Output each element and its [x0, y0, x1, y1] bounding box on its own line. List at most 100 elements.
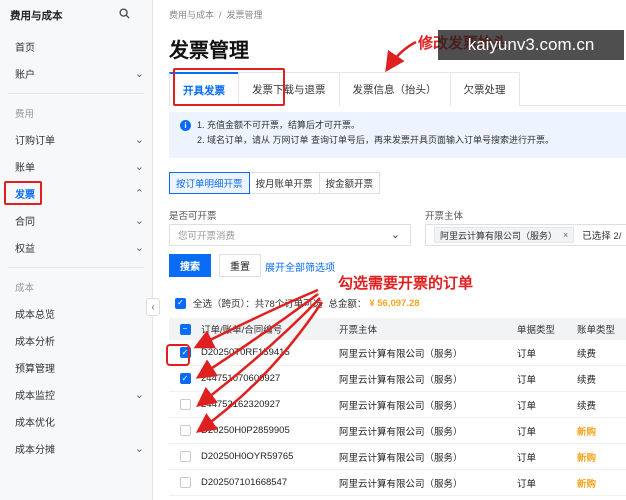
subtab-by-amount[interactable]: 按金额开票	[318, 172, 381, 194]
expand-filters-link[interactable]: 展开全部筛选项	[265, 259, 335, 274]
sidebar-item-orders[interactable]: 订购订单 ⌄	[0, 126, 152, 153]
chevron-down-icon: ⌄	[390, 229, 400, 241]
notice-line: 1. 充值金额不可开票，结算后才可开票。	[197, 120, 361, 130]
column-header: 开票主体	[339, 325, 378, 336]
invoice-entity: 阿里云计算有限公司（服务）	[339, 400, 463, 412]
chevron-down-icon: ⌄	[134, 389, 144, 401]
sidebar-item-contract[interactable]: 合同 ⌄	[0, 207, 152, 234]
table-row[interactable]: 244752162320927 阿里云计算有限公司（服务） 订单 续费	[169, 392, 626, 418]
sidebar-item-budget[interactable]: 预算管理	[0, 354, 152, 381]
row-checkbox[interactable]	[179, 477, 191, 488]
doc-type: 订单	[517, 426, 537, 438]
table-row[interactable]: D20250H0P2859905 阿里云计算有限公司（服务） 订单 新购	[169, 418, 626, 444]
entity-tag: 阿里云计算有限公司（服务） ×	[434, 227, 575, 243]
table-row[interactable]: D20250H0OYR59765 阿里云计算有限公司（服务） 订单 新购	[169, 444, 626, 470]
order-id: D20250H0P2859905	[201, 425, 290, 436]
bill-type: 新购	[577, 478, 597, 490]
order-id: D20250T0RF159415	[201, 347, 290, 358]
subtab-by-order[interactable]: 按订单明细开票	[169, 172, 250, 194]
invoice-entity: 阿里云计算有限公司（服务）	[339, 348, 463, 360]
row-checkbox[interactable]	[179, 399, 191, 410]
notice-box: i 1. 充值金额不可开票，结算后才可开票。 2. 域名订单，请从 万网订单 查…	[169, 112, 626, 158]
bill-type: 续费	[577, 348, 597, 360]
notice-line: 2. 域名订单，请从 万网订单 查询订单号后，再来发票开具页面输入订单号搜索进行…	[197, 135, 555, 145]
reset-button[interactable]: 重置	[219, 254, 261, 277]
sidebar-section-cost: 成本	[15, 283, 35, 294]
divider	[8, 267, 144, 268]
header-checkbox[interactable]: −	[179, 323, 191, 335]
sidebar: 费用与成本 首页 账户 ⌄ 费用 订购订单 ⌄ 账单 ⌄ 发票 ⌃ 合同 ⌄ 权益 ⌄ 成…	[0, 0, 153, 500]
invoice-entity: 阿里云计算有限公司（服务）	[339, 374, 463, 386]
sidebar-item-account[interactable]: 账户 ⌄	[0, 60, 152, 87]
table-row[interactable]: ✓ 244751070600927 阿里云计算有限公司（服务） 订单 续费	[169, 366, 626, 392]
info-icon: i	[180, 120, 191, 131]
annotation-box-invoice	[4, 181, 42, 205]
invoiceable-select[interactable]: 您可开票消费 ⌄	[169, 224, 411, 246]
entity-label: 开票主体	[425, 211, 464, 222]
sidebar-collapse-button[interactable]: ‹	[146, 298, 160, 316]
entity-select[interactable]: 阿里云计算有限公司（服务） × 已选择 2/	[425, 224, 626, 246]
breadcrumb-item[interactable]: 费用与成本	[169, 10, 214, 20]
table-row[interactable]: D202507101668547 阿里云计算有限公司（服务） 订单 新购	[169, 470, 626, 496]
sidebar-item-cost-analysis[interactable]: 成本分析	[0, 327, 152, 354]
sidebar-item-home[interactable]: 首页	[0, 33, 152, 60]
column-header: 单据类型	[517, 325, 556, 336]
bill-type: 新购	[577, 426, 597, 438]
sidebar-item-cost-optimize[interactable]: 成本优化	[0, 408, 152, 435]
chevron-down-icon: ⌄	[134, 215, 144, 227]
order-id: D202507101668547	[201, 477, 288, 488]
search-icon[interactable]	[119, 8, 130, 22]
total-amount-label: 总金额：	[328, 299, 367, 310]
bill-type: 续费	[577, 400, 597, 412]
breadcrumb-item: 发票管理	[226, 10, 263, 20]
sidebar-item-bills[interactable]: 账单 ⌄	[0, 153, 152, 180]
chevron-left-icon: ‹	[151, 301, 155, 313]
table-row[interactable]: ✓ D20250T0RF159415 阿里云计算有限公司（服务） 订单 续费	[169, 340, 626, 366]
subtab-by-month[interactable]: 按月账单开票	[248, 172, 320, 194]
divider	[8, 93, 144, 94]
chevron-down-icon: ⌄	[134, 68, 144, 80]
orders-table: − 订单/账单/合同编号 开票主体 单据类型 账单类型 ✓ D20250T0RF1…	[169, 318, 626, 496]
total-amount: ¥ 56,097.28	[369, 297, 420, 309]
column-header: 订单/账单/合同编号	[201, 325, 283, 336]
row-checkbox[interactable]	[179, 425, 191, 436]
close-icon[interactable]: ×	[563, 230, 568, 240]
subtab-bar: 按订单明细开票 按月账单开票 按金额开票	[169, 172, 381, 194]
row-checkbox[interactable]	[179, 451, 191, 462]
chevron-down-icon: ⌄	[134, 242, 144, 254]
select-all-checkbox[interactable]: ✓	[175, 297, 186, 309]
doc-type: 订单	[517, 452, 537, 464]
column-header: 账单类型	[577, 325, 616, 336]
page-title: 发票管理	[169, 40, 249, 62]
annotation-box-row-checkbox	[166, 344, 190, 366]
table-header: − 订单/账单/合同编号 开票主体 单据类型 账单类型	[169, 318, 626, 340]
doc-type: 订单	[517, 478, 537, 490]
invoice-entity: 阿里云计算有限公司（服务）	[339, 426, 463, 438]
doc-type: 订单	[517, 348, 537, 360]
annotation-select-orders: 勾选需要开票的订单	[338, 275, 474, 292]
invoice-entity: 阿里云计算有限公司（服务）	[339, 452, 463, 464]
sidebar-header: 费用与成本	[0, 0, 152, 30]
sidebar-title: 费用与成本	[10, 9, 63, 22]
annotation-box-invoice-header-tab	[173, 68, 285, 106]
sidebar-item-invoice[interactable]: 发票 ⌃	[0, 180, 152, 207]
chevron-down-icon: ⌄	[134, 443, 144, 455]
tab-invoice-header[interactable]: 发票信息（抬头）	[338, 72, 451, 106]
chevron-down-icon: ⌄	[134, 161, 144, 173]
doc-type: 订单	[517, 374, 537, 386]
sidebar-item-cost-monitor[interactable]: 成本监控 ⌄	[0, 381, 152, 408]
select-all-bar: ✓ 全选（跨页）：共78个订单可选 总金额： ¥ 56,097.28	[175, 296, 420, 310]
sidebar-section-fee: 费用	[15, 109, 35, 120]
entity-selected-count: 已选择 2/	[582, 231, 622, 242]
order-id: 244752162320927	[201, 399, 281, 410]
sidebar-item-cost-overview[interactable]: 成本总览	[0, 300, 152, 327]
search-button[interactable]: 搜索	[169, 254, 211, 277]
breadcrumb: 费用与成本 / 发票管理	[169, 10, 263, 20]
doc-type: 订单	[517, 400, 537, 412]
sidebar-item-rights[interactable]: 权益 ⌄	[0, 234, 152, 261]
order-id: 244751070600927	[201, 373, 281, 384]
tab-owed-invoice[interactable]: 欠票处理	[449, 72, 520, 106]
sidebar-item-cost-allocation[interactable]: 成本分摊 ⌄	[0, 435, 152, 462]
row-checkbox[interactable]: ✓	[179, 373, 191, 384]
invoice-entity: 阿里云计算有限公司（服务）	[339, 478, 463, 490]
